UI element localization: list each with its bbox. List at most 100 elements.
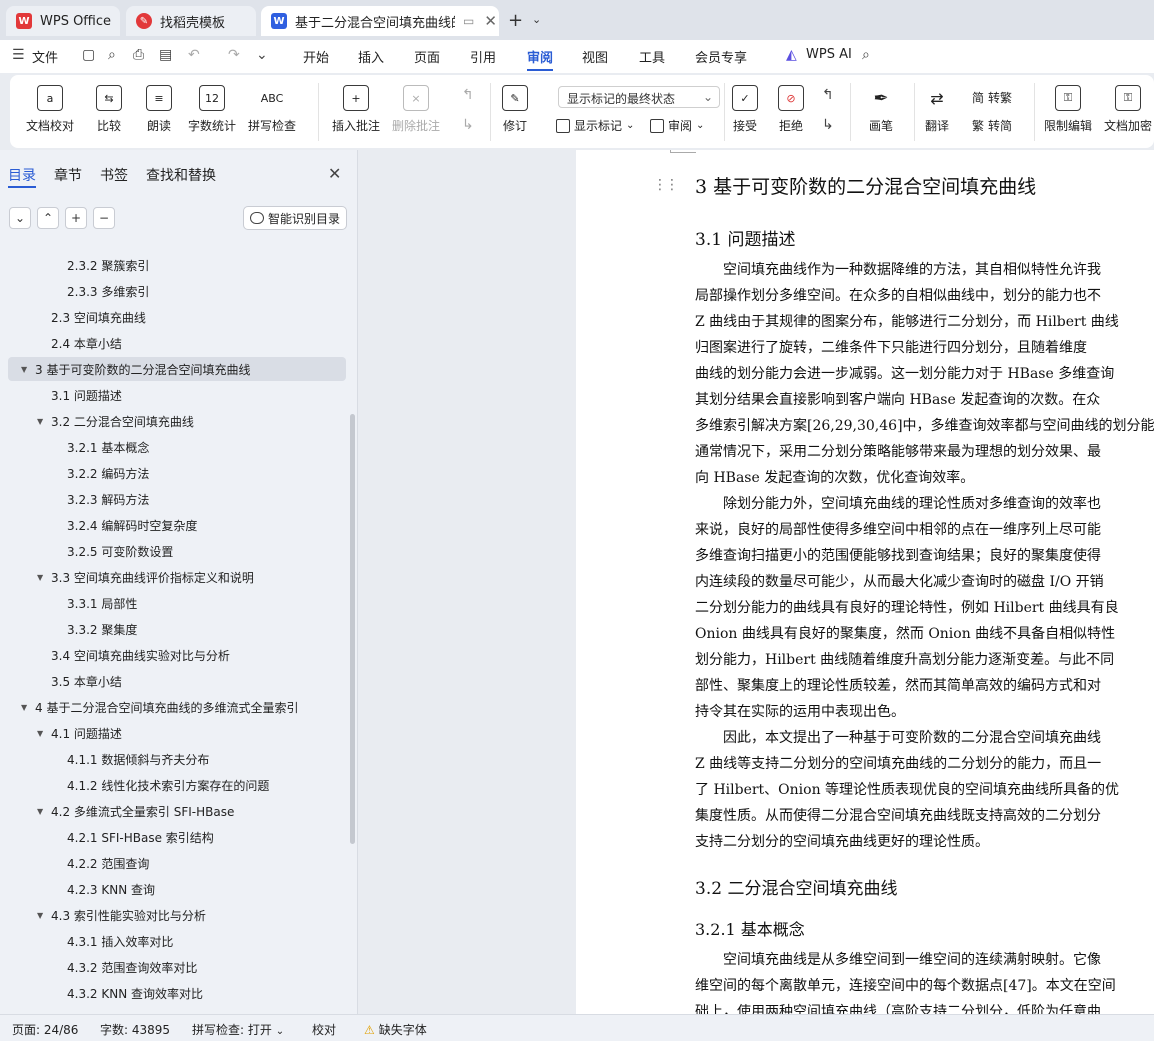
- spell-check-button[interactable]: ABC 拼写检查: [248, 85, 296, 134]
- toc-item[interactable]: 4.3.1 插入效率对比: [0, 930, 346, 952]
- hamburger-icon[interactable]: ☰: [12, 47, 25, 63]
- toc-item[interactable]: 4.1.1 数据倾斜与齐夫分布: [0, 748, 346, 770]
- encrypt-button[interactable]: ⚿ 文档加密: [1104, 85, 1152, 134]
- page-indicator[interactable]: 页面: 24/86: [12, 1021, 78, 1038]
- show-markup-button[interactable]: 显示标记 ⌄: [556, 117, 634, 134]
- tab-template[interactable]: ✎ 找稻壳模板: [126, 6, 256, 36]
- undo-icon[interactable]: ↶: [188, 47, 200, 63]
- expand-toggle-icon[interactable]: ▼: [37, 729, 43, 738]
- expand-toggle-icon[interactable]: ▼: [37, 573, 43, 582]
- more-chevron-icon[interactable]: ⌄: [256, 47, 268, 63]
- toc-item[interactable]: ▼ 4.2 多维流式全量索引 SFI-HBase: [0, 800, 346, 822]
- tab-bookmarks[interactable]: 书签: [100, 165, 128, 185]
- missing-font-status[interactable]: ⚠ 缺失字体: [364, 1021, 427, 1038]
- doc-check-button[interactable]: a 文档校对: [26, 85, 74, 134]
- word-count-button[interactable]: 12 字数统计: [188, 85, 236, 134]
- expand-all-button[interactable]: ⌄: [9, 207, 31, 229]
- toc-item[interactable]: 4.2.1 SFI-HBase 索引结构: [0, 826, 346, 848]
- toc-item[interactable]: ▼ 4.1 问题描述: [0, 722, 346, 744]
- toc-item[interactable]: ▼ 4.3 索引性能实验对比与分析: [0, 904, 346, 926]
- restrict-edit-button[interactable]: ⚿ 限制编辑: [1044, 85, 1092, 134]
- toc-item[interactable]: 4.3.2 KNN 查询效率对比: [0, 982, 346, 1004]
- toc-item[interactable]: 3.2.4 编解码时空复杂度: [0, 514, 346, 536]
- menu-view[interactable]: 视图: [582, 47, 608, 66]
- menu-member[interactable]: 会员专享: [695, 47, 747, 66]
- menu-file[interactable]: 文件: [32, 47, 58, 66]
- menu-tools[interactable]: 工具: [639, 47, 665, 66]
- translate-button[interactable]: ⇄ 翻译: [924, 85, 950, 134]
- word-count-indicator[interactable]: 字数: 43895: [100, 1021, 170, 1038]
- toc-item[interactable]: 3.5 本章小结: [0, 670, 346, 692]
- share-icon[interactable]: ⌕: [108, 47, 116, 63]
- toc-item[interactable]: 2.4 本章小结: [0, 332, 346, 354]
- tab-screen-icon[interactable]: ▭: [463, 14, 474, 28]
- wps-ai-icon[interactable]: ◭: [786, 47, 797, 63]
- menu-page[interactable]: 页面: [414, 47, 440, 66]
- expand-toggle-icon[interactable]: ▼: [21, 365, 27, 374]
- toc-item[interactable]: 3.2.2 编码方法: [0, 462, 346, 484]
- expand-toggle-icon[interactable]: ▼: [37, 911, 43, 920]
- toc-item[interactable]: 3.1 问题描述: [0, 384, 346, 406]
- print-icon[interactable]: ⎙: [133, 47, 144, 63]
- tab-wps-office[interactable]: W WPS Office: [6, 6, 120, 36]
- tab-find-replace[interactable]: 查找和替换: [146, 165, 216, 185]
- toc-item[interactable]: 2.3.2 聚簇索引: [0, 254, 346, 276]
- toc-item[interactable]: ▼ 4 基于二分混合空间填充曲线的多维流式全量索引: [0, 696, 346, 718]
- read-aloud-button[interactable]: ≡ 朗读: [146, 85, 172, 134]
- to-traditional-button[interactable]: 简 转繁: [972, 89, 1012, 106]
- toc-scrollbar[interactable]: [350, 414, 355, 844]
- compare-button[interactable]: ⇆ 比较: [96, 85, 122, 134]
- menu-home[interactable]: 开始: [303, 47, 329, 66]
- accept-button[interactable]: ✓ 接受: [732, 85, 758, 134]
- review-pane-button[interactable]: 审阅 ⌄: [650, 117, 704, 134]
- prev-comment-icon[interactable]: ↰: [462, 87, 474, 103]
- toc-item[interactable]: ▼ 3 基于可变阶数的二分混合空间填充曲线: [0, 358, 346, 380]
- tab-document[interactable]: W 基于二分混合空间填充曲线的HBase ▭ ✕: [261, 6, 499, 36]
- smart-toc-button[interactable]: 智能识别目录: [243, 206, 347, 230]
- expand-toggle-icon[interactable]: ▼: [37, 417, 43, 426]
- insert-comment-button[interactable]: + 插入批注: [332, 85, 380, 134]
- redo-icon[interactable]: ↷: [228, 47, 240, 63]
- menu-insert[interactable]: 插入: [358, 47, 384, 66]
- revise-button[interactable]: ✎ 修订: [502, 85, 528, 134]
- collapse-all-button[interactable]: ⌃: [37, 207, 59, 229]
- tab-sections[interactable]: 章节: [54, 165, 82, 185]
- toc-item[interactable]: 2.3 空间填充曲线: [0, 306, 346, 328]
- toc-item[interactable]: 4.2.3 KNN 查询: [0, 878, 346, 900]
- close-icon[interactable]: ✕: [328, 164, 341, 183]
- reject-button[interactable]: ⊘ 拒绝: [778, 85, 804, 134]
- menu-wps-ai[interactable]: WPS AI: [806, 47, 852, 62]
- toc-item[interactable]: ▼ 3.3 空间填充曲线评价指标定义和说明: [0, 566, 346, 588]
- proofread-status[interactable]: 校对: [312, 1021, 336, 1038]
- save-icon[interactable]: ▢: [82, 47, 95, 63]
- search-icon[interactable]: ⌕: [862, 47, 870, 63]
- markup-mode-select[interactable]: 显示标记的最终状态 ⌄: [558, 86, 720, 108]
- toc-item[interactable]: 3.2.1 基本概念: [0, 436, 346, 458]
- tab-toc[interactable]: 目录: [8, 165, 36, 185]
- expand-toggle-icon[interactable]: ▼: [21, 703, 27, 712]
- add-heading-button[interactable]: +: [65, 207, 87, 229]
- toc-item[interactable]: 3.3.1 局部性: [0, 592, 346, 614]
- drag-handle-icon[interactable]: ⋮⋮: [653, 177, 679, 193]
- print-preview-icon[interactable]: ▤: [159, 47, 172, 63]
- spell-check-status[interactable]: 拼写检查: 打开 ⌄: [192, 1021, 284, 1038]
- tab-list-chevron-icon[interactable]: ⌄: [532, 13, 541, 26]
- toc-item[interactable]: 4.1.2 线性化技术索引方案存在的问题: [0, 774, 346, 796]
- toc-item[interactable]: 2.3.3 多维索引: [0, 280, 346, 302]
- delete-comment-button[interactable]: × 删除批注: [392, 85, 440, 134]
- tab-close-icon[interactable]: ✕: [484, 12, 497, 30]
- menu-review[interactable]: 审阅: [527, 47, 553, 66]
- next-comment-icon[interactable]: ↳: [462, 117, 474, 133]
- prev-change-icon[interactable]: ↰: [822, 87, 834, 103]
- toc-item[interactable]: 3.2.3 解码方法: [0, 488, 346, 510]
- toc-item[interactable]: 4.3.2 范围查询效率对比: [0, 956, 346, 978]
- next-change-icon[interactable]: ↳: [822, 117, 834, 133]
- toc-item[interactable]: 3.2.5 可变阶数设置: [0, 540, 346, 562]
- remove-heading-button[interactable]: −: [93, 207, 115, 229]
- toc-item[interactable]: ▼ 3.2 二分混合空间填充曲线: [0, 410, 346, 432]
- toc-item[interactable]: 4.2.2 范围查询: [0, 852, 346, 874]
- pen-button[interactable]: ✒ 画笔: [868, 85, 894, 134]
- toc-item[interactable]: 3.4 空间填充曲线实验对比与分析: [0, 644, 346, 666]
- expand-toggle-icon[interactable]: ▼: [37, 807, 43, 816]
- new-tab-button[interactable]: +: [508, 10, 523, 31]
